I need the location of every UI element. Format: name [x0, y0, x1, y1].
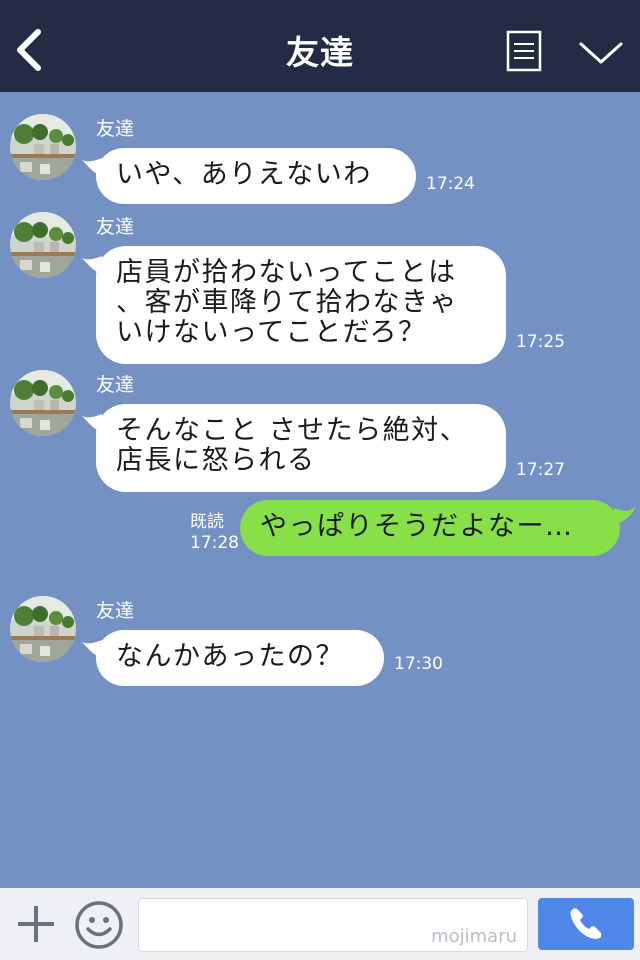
phone-icon	[570, 908, 602, 939]
read-receipt: 既読 17:28	[190, 512, 239, 554]
message-text: なんかあったの？	[116, 641, 344, 672]
sender-name: 友達	[96, 600, 135, 622]
message-text: やっぱりそうだよなー…	[260, 511, 574, 542]
chat-header: 友達	[0, 0, 640, 92]
message-text: 店長に怒られる	[116, 445, 316, 476]
outgoing-message-bubble[interactable]: やっぱりそうだよなー…	[240, 500, 636, 556]
timestamp: 17:24	[426, 174, 475, 194]
message-bubble[interactable]: 店員が拾わないってことは 、客が車降りて拾わなきゃ いけないってことだろ？	[82, 246, 506, 364]
message-bubble[interactable]: なんかあったの？	[82, 630, 384, 686]
message-input[interactable]: mojimaru	[138, 898, 528, 952]
message-text: いや、ありえないわ	[116, 159, 372, 190]
avatar[interactable]	[10, 596, 76, 662]
list-icon[interactable]	[506, 30, 542, 72]
call-button[interactable]	[538, 898, 634, 950]
chevron-down-icon[interactable]	[578, 40, 624, 68]
avatar[interactable]	[10, 114, 76, 180]
avatar[interactable]	[10, 212, 76, 278]
message-text: 、客が車降りて拾わなきゃ	[116, 287, 458, 318]
plus-icon[interactable]	[14, 900, 58, 948]
message-text: 店員が拾わないってことは	[116, 257, 457, 288]
chat-area[interactable]: 友達 いや、ありえないわ 17:24 友達 店員が拾わないってことは 、客が車降…	[0, 92, 640, 888]
timestamp: 17:30	[394, 654, 443, 674]
message-text: そんなこと させたら絶対、	[116, 415, 469, 446]
message-bubble[interactable]: いや、ありえないわ	[82, 148, 416, 204]
read-label: 既読	[190, 512, 224, 532]
sender-name: 友達	[96, 118, 135, 140]
message-bubble[interactable]: そんなこと させたら絶対、 店長に怒られる	[82, 404, 506, 492]
timestamp: 17:27	[516, 460, 565, 480]
chat-title: 友達	[286, 33, 354, 72]
watermark: mojimaru	[431, 926, 517, 947]
sender-name: 友達	[96, 374, 135, 396]
message-text: いけないってことだろ？	[116, 317, 427, 348]
timestamp: 17:28	[190, 533, 239, 553]
timestamp: 17:25	[516, 332, 565, 352]
avatar[interactable]	[10, 370, 76, 436]
smiley-icon[interactable]	[74, 900, 124, 950]
sender-name: 友達	[96, 216, 135, 238]
